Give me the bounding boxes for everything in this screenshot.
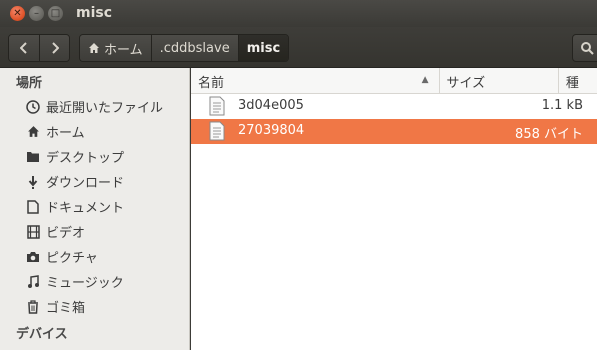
file-list: 名前 ▲ サイズ 種 3d04e005 1.1 kB 27039804 858 …: [191, 68, 597, 350]
download-icon: [26, 175, 40, 189]
music-icon: [26, 274, 40, 289]
home-icon: [89, 43, 99, 53]
column-type[interactable]: 種: [559, 68, 597, 94]
forward-button[interactable]: [39, 35, 69, 61]
back-button[interactable]: [9, 35, 39, 61]
sidebar-item-documents[interactable]: ドキュメント: [0, 194, 189, 219]
camera-icon: [26, 250, 40, 264]
text-file-icon: [209, 121, 225, 141]
sidebar-item-downloads[interactable]: ダウンロード: [0, 169, 189, 194]
trash-icon: [26, 299, 40, 314]
sidebar-item-music[interactable]: ミュージック: [0, 269, 189, 294]
column-name-label: 名前: [198, 75, 225, 91]
minimize-window-button[interactable]: –: [29, 6, 44, 21]
sort-ascending-icon: ▲: [421, 75, 429, 85]
maximize-icon: □: [50, 7, 61, 19]
sidebar-item-trash[interactable]: ゴミ箱: [0, 294, 189, 319]
chevron-left-icon: [20, 42, 27, 54]
title-bar: ✕ – □ misc: [0, 0, 597, 27]
toolbar: ホーム .cddbslave misc: [0, 27, 597, 68]
search-button[interactable]: [572, 34, 597, 62]
sidebar-item-pictures[interactable]: ピクチャ: [0, 244, 189, 269]
sidebar-item-videos[interactable]: ビデオ: [0, 219, 189, 244]
minimize-icon: –: [34, 7, 39, 19]
sidebar-item-label: ドキュメント: [46, 201, 125, 216]
breadcrumb-cddbslave[interactable]: .cddbslave: [150, 35, 238, 61]
devices-heading: デバイス: [16, 326, 68, 342]
breadcrumb-home[interactable]: ホーム: [80, 35, 151, 61]
places-heading: 場所: [16, 75, 43, 91]
column-size[interactable]: サイズ: [440, 68, 559, 94]
breadcrumb-misc[interactable]: misc: [237, 35, 289, 61]
home-icon: [26, 125, 40, 139]
sidebar-item-label: ゴミ箱: [46, 301, 86, 316]
column-name[interactable]: 名前 ▲: [191, 68, 440, 94]
file-size: 858 バイト: [515, 127, 583, 142]
sidebar-item-label: ビデオ: [46, 226, 86, 241]
history-nav: [8, 34, 70, 62]
sidebar: 場所 最近開いたファイル ホーム デスクトップ ダウンロード ドキュメント ビデ: [0, 68, 190, 350]
film-icon: [26, 224, 40, 239]
file-name: 27039804: [238, 123, 305, 138]
file-name: 3d04e005: [238, 98, 304, 113]
breadcrumb-cddbslave-label: .cddbslave: [159, 40, 230, 56]
maximize-window-button[interactable]: □: [48, 6, 63, 21]
close-window-button[interactable]: ✕: [10, 6, 25, 21]
sidebar-item-label: ホーム: [46, 126, 85, 141]
document-icon: [26, 199, 40, 214]
chevron-right-icon: [51, 42, 59, 54]
sidebar-item-home[interactable]: ホーム: [0, 119, 189, 144]
text-file-icon: [209, 96, 225, 116]
file-row[interactable]: 3d04e005 1.1 kB: [191, 94, 597, 119]
breadcrumb: ホーム .cddbslave misc: [79, 34, 290, 62]
clock-icon: [26, 99, 40, 114]
sidebar-item-label: ダウンロード: [46, 176, 125, 191]
search-icon: [581, 41, 594, 55]
sidebar-item-label: デスクトップ: [46, 151, 125, 166]
column-size-label: サイズ: [446, 75, 486, 91]
sidebar-item-desktop[interactable]: デスクトップ: [0, 144, 189, 169]
sidebar-item-recent[interactable]: 最近開いたファイル: [0, 94, 189, 119]
breadcrumb-home-label: ホーム: [104, 42, 143, 58]
file-size: 1.1 kB: [541, 98, 583, 113]
sidebar-item-label: 最近開いたファイル: [46, 101, 164, 116]
window-title: misc: [76, 5, 113, 21]
column-type-label: 種: [565, 75, 579, 91]
sidebar-item-label: ミュージック: [46, 276, 124, 291]
close-icon: ✕: [13, 7, 22, 19]
desktop-folder-icon: [26, 150, 40, 164]
file-row-selected[interactable]: 27039804 858 バイト: [191, 119, 597, 144]
sidebar-item-label: ピクチャ: [46, 251, 98, 266]
breadcrumb-misc-label: misc: [246, 40, 281, 56]
column-header: 名前 ▲ サイズ 種: [191, 68, 597, 94]
